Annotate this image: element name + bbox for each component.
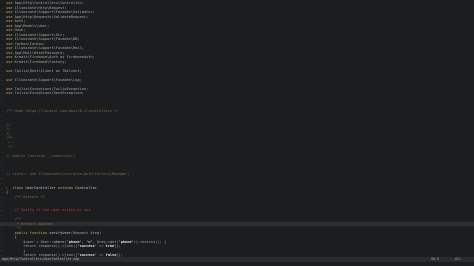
code-token: */ xyxy=(6,145,13,149)
code-token: * xyxy=(6,140,11,145)
code-token: Controller xyxy=(75,185,97,190)
code-token: App\Http\Requests\ValidateRequest; xyxy=(14,14,89,19)
code-token: Hash; xyxy=(14,28,26,32)
code-token: Illuminate\Support\Facades\Validator; xyxy=(14,10,95,14)
code-token: App\Models\User; xyxy=(14,23,50,28)
code-token: extends xyxy=(57,185,76,190)
code-token: // xyxy=(6,127,13,131)
code-token: 'phone' xyxy=(66,239,82,244)
code-token: (Request $req) xyxy=(70,230,102,235)
code-token: Illuminate\Support\Str; xyxy=(14,32,65,37)
code-token: Twilio\Exceptions\TwilioException; xyxy=(14,86,89,91)
code-token: Illuminate\Support\Facades\Mail; xyxy=(14,46,84,50)
code-token: App\Mail\ResetPassword; xyxy=(14,50,65,55)
code-token: use xyxy=(6,46,15,50)
code-token: use xyxy=(6,50,15,55)
code-token: /** @see https://laravel.com/docs/8.x/co… xyxy=(6,109,119,113)
code-token: verifyUser xyxy=(49,230,71,235)
code-token: /** xyxy=(6,217,22,221)
code-token: use xyxy=(6,68,15,73)
code-token: use xyxy=(6,55,15,59)
code-token: Twilio\Exceptions\RestException; xyxy=(14,91,84,95)
code-token: // Verify if the user exists or not xyxy=(6,208,91,212)
code-token: Kreait\Firebase\Auth as FirebaseAuth; xyxy=(14,55,95,59)
code-token: use xyxy=(6,5,15,10)
code-token: Carbon\Carbon; xyxy=(14,41,45,46)
code-token: * @return boolean xyxy=(6,221,54,226)
code-token: 'success' xyxy=(77,244,97,248)
code-token: Illuminate\Http\Request; xyxy=(14,5,67,10)
code-token: Kreait\Firebase\Factory; xyxy=(14,59,67,64)
code-token: Illuminate\Support\Facades\DB; xyxy=(14,37,80,41)
code-token: use xyxy=(6,19,15,23)
code-token: } xyxy=(6,248,26,253)
code-token: use xyxy=(6,37,15,41)
code-token: /** xyxy=(6,136,13,140)
code-token: => xyxy=(96,244,106,248)
code-token: return response()->json([ xyxy=(6,244,78,248)
code-token: 'phone' xyxy=(118,239,134,244)
code-token: Twilio\Rest\Client as TWclient; xyxy=(14,68,82,73)
code-token: use xyxy=(6,28,15,32)
code-token: where xyxy=(53,239,65,244)
code-token: // xyxy=(6,122,11,127)
code-token: , $req->get( xyxy=(92,239,119,244)
code-token: use xyxy=(6,32,15,37)
code-token: // public function __construct() xyxy=(6,154,76,158)
code-token: $user = User:: xyxy=(6,239,54,244)
editor-pane[interactable]: ~ use App\Http\Controllers\Controller; ~ us… xyxy=(0,0,474,259)
code-token: /** @return */ xyxy=(6,194,45,199)
code-token: true xyxy=(105,244,115,248)
code-token: use xyxy=(6,1,15,5)
code-token: UserController xyxy=(25,185,58,190)
code-token: App\Http\Controllers\Controller; xyxy=(14,1,84,5)
code-token: // xyxy=(6,131,11,136)
code-token: ]); xyxy=(114,244,121,248)
code-token: Auth; xyxy=(14,19,26,23)
code-token: use xyxy=(6,23,15,28)
code-token: use xyxy=(6,91,15,95)
code-token: use xyxy=(6,41,15,46)
code-token: public function xyxy=(6,230,50,235)
command-line[interactable] xyxy=(0,262,474,266)
code-token: { xyxy=(6,190,9,194)
code-token: use xyxy=(6,10,15,14)
code-token: use xyxy=(6,77,15,82)
code-token: */ xyxy=(6,226,22,230)
code-token: use xyxy=(6,14,15,19)
code-token: // Linter: use Illuminate\Contracts\Auth… xyxy=(6,172,130,176)
code-token: { xyxy=(6,235,17,239)
code-token: class xyxy=(12,185,26,190)
code-token: ))->exists(); { xyxy=(133,239,167,244)
code-token: Illuminate\Support\Facades\Log; xyxy=(14,77,82,82)
code-token: use xyxy=(6,86,15,91)
code-token: use xyxy=(6,59,15,64)
